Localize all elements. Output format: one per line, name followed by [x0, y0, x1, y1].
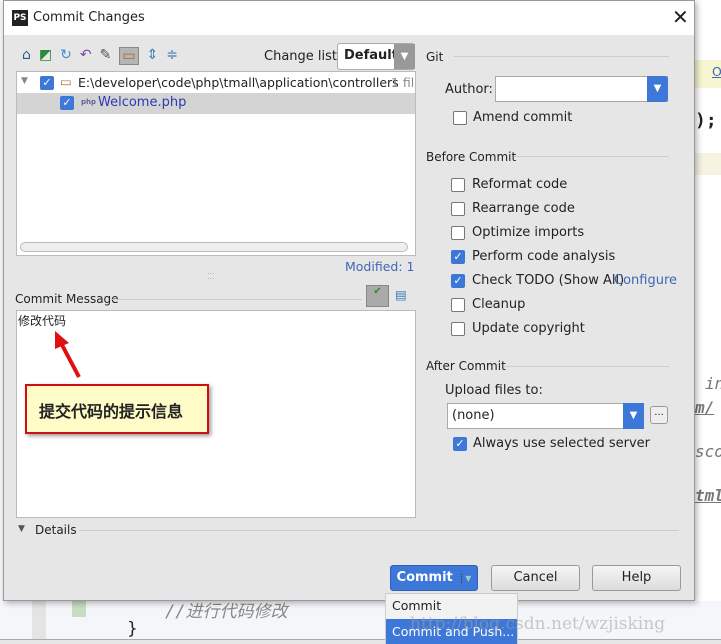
option-label: Optimize imports [472, 225, 585, 240]
spellcheck-icon[interactable]: ✔ [366, 285, 389, 307]
modified-count: Modified: 1 [345, 259, 415, 274]
commit-message-label: Commit Message [15, 292, 119, 306]
option-check-todo[interactable]: ✓ Check TODO (Show All) Configure [451, 273, 691, 297]
upload-server-value: (none) [452, 408, 495, 423]
option-cleanup[interactable]: Cleanup [451, 297, 691, 321]
diff-icon[interactable]: ✎ [100, 47, 112, 65]
vcs-icon[interactable]: ⌂ [22, 47, 31, 65]
option-label: Perform code analysis [472, 249, 616, 264]
before-commit-title: Before Commit [426, 150, 517, 164]
option-rearrange-code[interactable]: Rearrange code [451, 201, 691, 225]
details-toggle[interactable]: Details [35, 523, 77, 537]
folder-checkbox[interactable]: ✓ [40, 76, 54, 90]
splitter-handle[interactable]: ⁚⁚⁚ [207, 272, 215, 281]
file-name[interactable]: Welcome.php [98, 95, 186, 110]
amend-commit-label[interactable]: Amend commit [473, 110, 572, 125]
folder-path[interactable]: E:\developer\code\php\tmall\application\… [78, 75, 399, 90]
help-button[interactable]: Help [592, 565, 681, 591]
checkbox[interactable] [451, 322, 465, 336]
commit-message-text: 修改代码 [18, 314, 67, 328]
code-line: m/ [695, 398, 715, 417]
checkbox[interactable] [451, 178, 465, 192]
file-checkbox[interactable]: ✓ [60, 96, 74, 110]
rollback-icon[interactable]: ↶ [80, 47, 92, 65]
group-by-directory-icon[interactable]: ▭ [119, 47, 139, 65]
code-line: in [705, 374, 721, 393]
amend-commit-checkbox[interactable] [453, 111, 467, 125]
checkbox[interactable] [451, 202, 465, 216]
collapse-all-icon[interactable]: ≑ [166, 47, 178, 65]
always-use-server-checkbox[interactable]: ✓ [453, 437, 467, 451]
watermark: http://blog.csdn.net/wzjisking [410, 614, 666, 634]
git-section-title: Git [426, 50, 444, 64]
commit-button[interactable]: Commit ▼ [390, 565, 478, 591]
configure-link[interactable]: Configure [614, 273, 677, 288]
after-commit-title: After Commit [426, 359, 506, 373]
annotation-text: 提交代码的提示信息 [39, 402, 184, 421]
option-update-copyright[interactable]: Update copyright [451, 321, 691, 345]
code-line: tml [695, 486, 721, 505]
change-list-label: Change list: [264, 49, 342, 64]
expand-arrow-icon[interactable]: ▼ [21, 76, 28, 86]
upload-server-select[interactable]: (none) ▼ [447, 403, 644, 429]
phpstorm-logo: PS [12, 10, 28, 26]
code-brace: } [127, 619, 138, 639]
cancel-button[interactable]: Cancel [491, 565, 580, 591]
always-use-server-label[interactable]: Always use selected server [473, 436, 650, 451]
option-reformat-code[interactable]: Reformat code [451, 177, 691, 201]
chevron-down-icon[interactable]: ▼ [461, 574, 472, 583]
option-optimize-imports[interactable]: Optimize imports [451, 225, 691, 249]
horizontal-scrollbar[interactable] [20, 242, 408, 252]
checkbox[interactable]: ✓ [451, 274, 465, 288]
option-perform-code-analysis[interactable]: ✓ Perform code analysis [451, 249, 691, 273]
annotation-callout: 提交代码的提示信息 [25, 384, 209, 434]
close-icon[interactable]: ✕ [672, 5, 689, 29]
commit-dialog: PS Commit Changes ✕ ⌂ ◩ ↻ ↶ ✎ ▭ ⇕ ≑ Chan… [3, 0, 695, 601]
commit-message-input[interactable]: 修改代码 提交代码的提示信息 [16, 310, 416, 518]
before-commit-options: Reformat code Rearrange code Optimize im… [451, 177, 691, 345]
code-line: ); [695, 110, 717, 131]
option-label: Update copyright [472, 321, 585, 336]
details-arrow-icon[interactable]: ▼ [18, 524, 25, 534]
option-label: Rearrange code [472, 201, 575, 216]
expand-all-icon[interactable]: ⇕ [147, 47, 159, 65]
checkbox[interactable]: ✓ [451, 250, 465, 264]
refresh-icon[interactable]: ↻ [60, 47, 72, 65]
dialog-title: Commit Changes [33, 10, 145, 25]
code-line: sco [695, 442, 721, 461]
option-label: Cleanup [472, 297, 526, 312]
background-editor: O ); in m/ sco tml [695, 0, 721, 644]
editor-tab[interactable]: O [712, 64, 721, 79]
browse-servers-button[interactable]: ... [650, 406, 668, 424]
title-bar: PS Commit Changes ✕ [4, 1, 694, 35]
folder-count: 1 file [391, 75, 415, 90]
author-combobox[interactable]: ▼ [495, 76, 668, 102]
checkbox[interactable] [451, 226, 465, 240]
red-arrow-annotation [55, 331, 81, 378]
option-label: Reformat code [472, 177, 568, 192]
chevron-down-icon[interactable]: ▼ [394, 44, 415, 69]
upload-files-label: Upload files to: [445, 383, 543, 398]
checkbox[interactable] [451, 298, 465, 312]
commit-button-label: Commit [396, 570, 453, 585]
change-list-value: Default [344, 48, 398, 63]
change-list-select[interactable]: Default ▼ [337, 43, 415, 70]
folder-icon: ▭ [60, 74, 72, 89]
author-label: Author: [445, 82, 493, 97]
chevron-down-icon[interactable]: ▼ [623, 403, 644, 429]
chevron-down-icon[interactable]: ▼ [647, 76, 668, 102]
commit-history-icon[interactable]: ▤ [395, 287, 407, 302]
jump-to-source-icon[interactable]: ◩ [39, 47, 52, 65]
file-row[interactable]: ✓ php Welcome.php [17, 93, 415, 114]
changes-tree: ▼ ✓ ▭ E:\developer\code\php\tmall\applic… [16, 71, 416, 256]
option-label: Check TODO (Show All) [472, 273, 625, 288]
php-file-icon: php [81, 98, 97, 106]
